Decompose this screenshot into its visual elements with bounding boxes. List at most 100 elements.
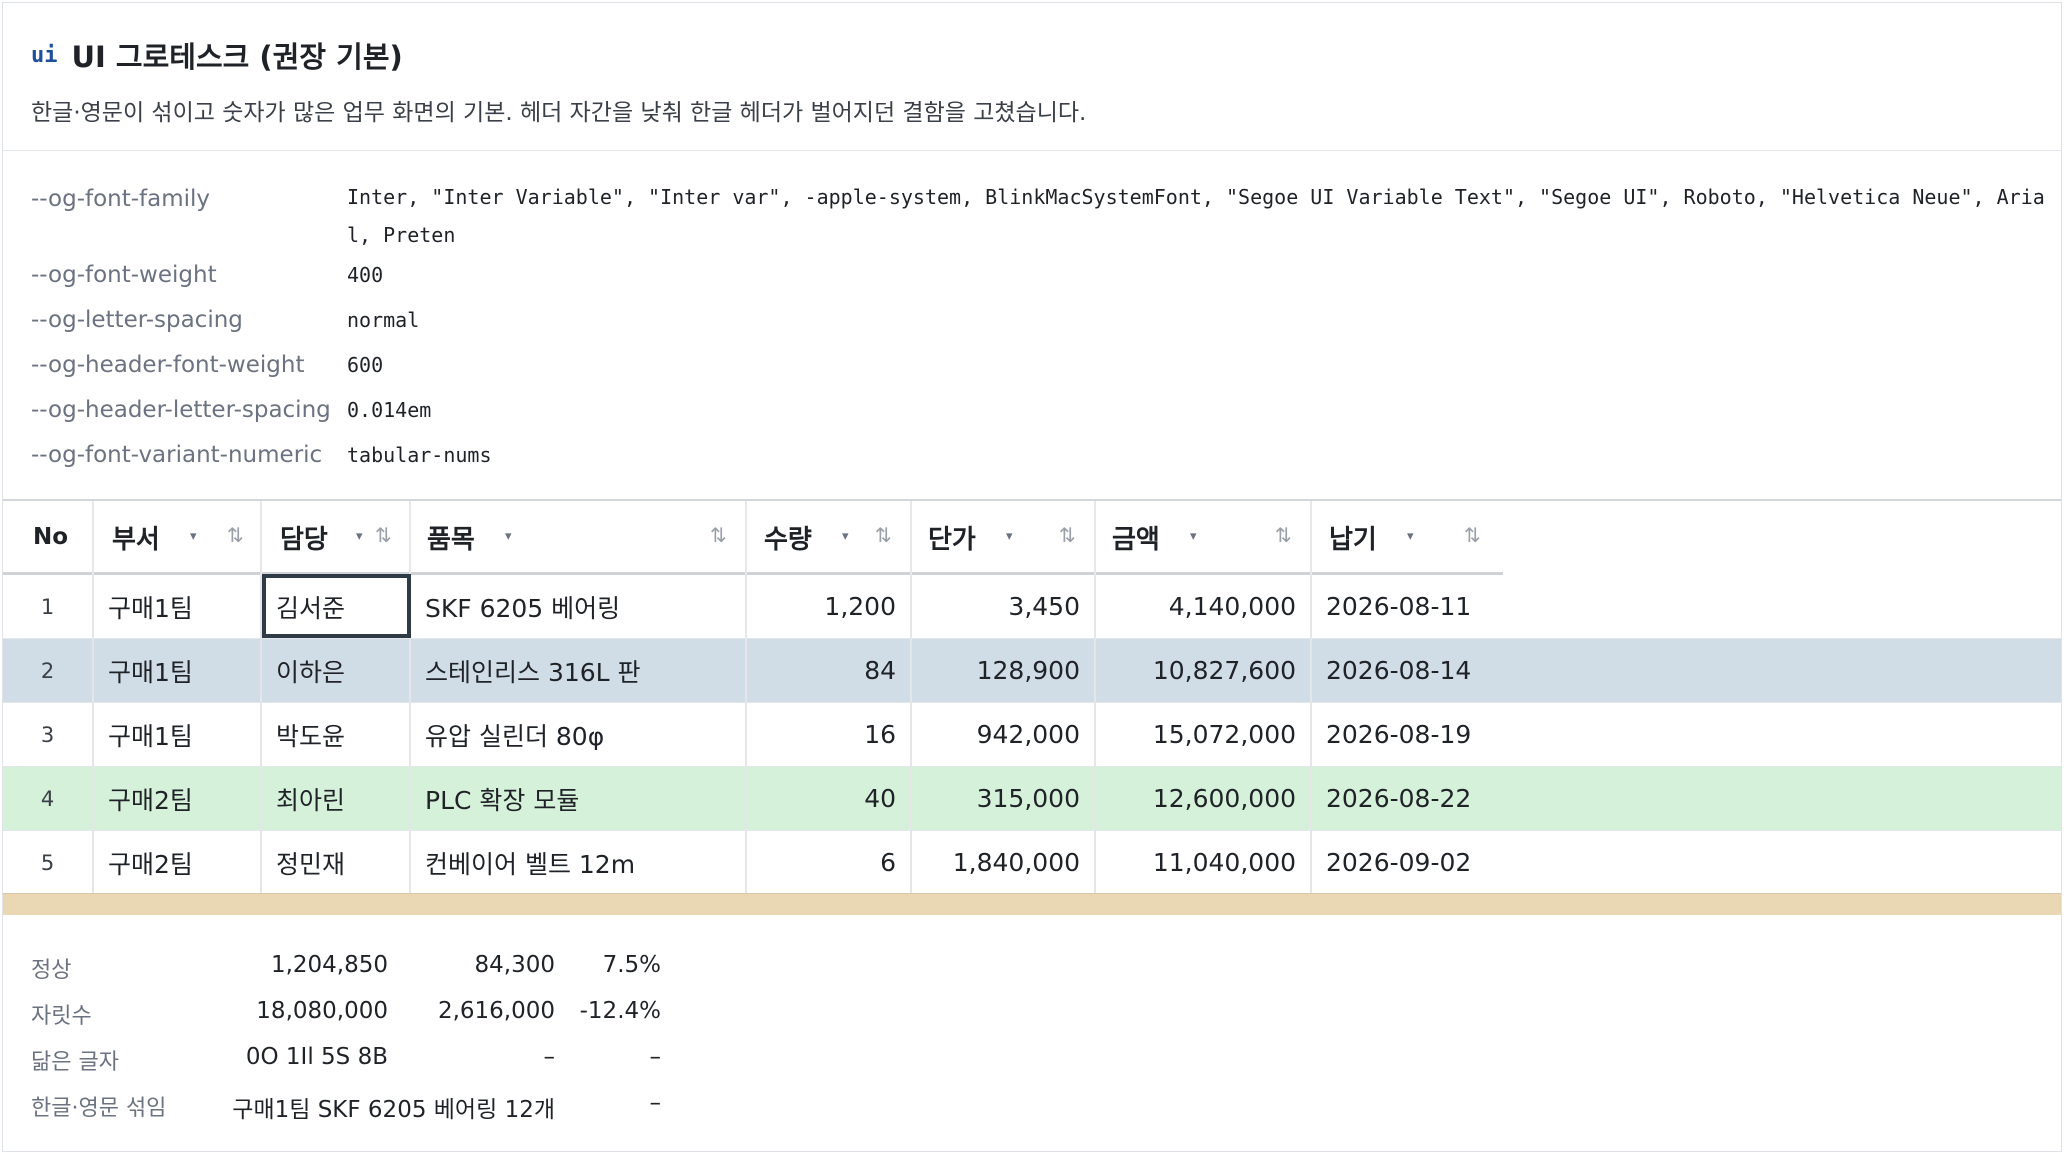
cell-no: 5 — [3, 831, 94, 894]
cell-due[interactable]: 2026-08-22 — [1312, 767, 2061, 830]
column-divider — [745, 501, 747, 575]
sample-row: 자릿수 18,080,000 2,616,000 -12.4% — [3, 992, 703, 1038]
sample-value-c: -12.4% — [579, 998, 661, 1024]
sample-value-b: – — [543, 1044, 556, 1070]
sort-icon[interactable]: ⇅ — [375, 523, 392, 547]
cell-dept[interactable]: 구매2팀 — [94, 831, 262, 894]
table-row-selected[interactable]: 2 구매1팀 이하은 스테인리스 316L 판 84 128,900 10,82… — [3, 639, 2061, 703]
cell-amount[interactable]: 10,827,600 — [1096, 639, 1312, 702]
sample-value-b: 2,616,000 — [437, 998, 555, 1024]
sample-label: 자릿수 — [31, 1004, 92, 1029]
cell-dept[interactable]: 구매1팀 — [94, 703, 262, 766]
header-owner[interactable]: 담당 — [280, 501, 328, 573]
cell-dept[interactable]: 구매1팀 — [94, 575, 262, 638]
cell-item[interactable]: 유압 실린더 80φ — [411, 703, 747, 766]
cell-dept[interactable]: 구매1팀 — [94, 639, 262, 702]
filter-caret-icon[interactable]: ▾ — [842, 529, 849, 544]
header-item[interactable]: 품목 — [427, 501, 475, 573]
cell-no: 1 — [3, 575, 94, 638]
page-title: UI 그로테스크 (권장 기본) — [71, 40, 403, 74]
cell-price[interactable]: 942,000 — [912, 703, 1096, 766]
cell-amount[interactable]: 4,140,000 — [1096, 575, 1312, 638]
sort-icon[interactable]: ⇅ — [875, 523, 892, 547]
sample-value-c: 7.5% — [602, 952, 661, 978]
column-divider — [910, 501, 912, 575]
cell-qty[interactable]: 6 — [747, 831, 912, 894]
typography-preview-card: ui UI 그로테스크 (권장 기본) 한글·영문이 섞이고 숫자가 많은 업무… — [2, 2, 2062, 1152]
column-divider — [260, 501, 262, 575]
sort-icon[interactable]: ⇅ — [710, 523, 727, 547]
sample-value-a: 0O 1Il 5S 8B — [245, 1044, 388, 1070]
header-price[interactable]: 단가 — [928, 501, 976, 573]
sample-label: 정상 — [31, 958, 72, 983]
variable-name: --og-font-family — [31, 186, 211, 212]
variable-row: --og-letter-spacing normal — [31, 307, 2057, 339]
filter-caret-icon[interactable]: ▾ — [505, 529, 512, 544]
cell-due[interactable]: 2026-08-11 — [1312, 575, 2061, 638]
cell-item[interactable]: 컨베이어 벨트 12m — [411, 831, 747, 894]
cell-owner[interactable]: 최아린 — [262, 767, 411, 830]
column-divider — [409, 501, 411, 575]
cell-price[interactable]: 315,000 — [912, 767, 1096, 830]
header-dept[interactable]: 부서 — [112, 501, 160, 573]
cell-owner[interactable]: 정민재 — [262, 831, 411, 894]
sample-value-c: – — [649, 1044, 662, 1070]
sample-value-b: 84,300 — [474, 952, 555, 978]
table-row-highlight[interactable]: 4 구매2팀 최아린 PLC 확장 모듈 40 315,000 12,600,0… — [3, 767, 2061, 831]
sort-icon[interactable]: ⇅ — [1059, 523, 1076, 547]
cell-price[interactable]: 1,840,000 — [912, 831, 1096, 894]
sample-row: 한글·영문 섞임 구매1팀 SKF 6205 베어링 12개 – — [3, 1084, 703, 1130]
cell-amount[interactable]: 15,072,000 — [1096, 703, 1312, 766]
cell-item[interactable]: 스테인리스 316L 판 — [411, 639, 747, 702]
focused-cell-outline — [262, 574, 411, 638]
cell-item[interactable]: SKF 6205 베어링 — [411, 575, 747, 638]
header-no[interactable]: No — [33, 501, 68, 573]
cell-qty[interactable]: 40 — [747, 767, 912, 830]
css-variable-list: --og-font-family Inter, "Inter Variable"… — [3, 152, 2061, 498]
cell-price[interactable]: 128,900 — [912, 639, 1096, 702]
sample-value-a: 구매1팀 SKF 6205 베어링 12개 — [232, 1097, 555, 1123]
variable-name: --og-header-letter-spacing — [31, 397, 331, 423]
sample-label: 한글·영문 섞임 — [31, 1096, 167, 1121]
variable-value: 600 — [347, 353, 384, 377]
sort-icon[interactable]: ⇅ — [1275, 523, 1292, 547]
cell-amount[interactable]: 11,040,000 — [1096, 831, 1312, 894]
cell-owner[interactable]: 이하은 — [262, 639, 411, 702]
variable-row: --og-header-letter-spacing 0.014em — [31, 397, 2057, 429]
cell-due[interactable]: 2026-09-02 — [1312, 831, 2061, 894]
header-amount[interactable]: 금액 — [1112, 501, 1160, 573]
grid-header-row: No 부서 ▾ ⇅ 담당 ▾ ⇅ 품목 ▾ ⇅ 수량 ▾ ⇅ 단가 ▾ ⇅ 금액… — [3, 501, 1503, 575]
header-due[interactable]: 납기 — [1329, 501, 1377, 573]
cell-item[interactable]: PLC 확장 모듈 — [411, 767, 747, 830]
page-subtitle: 한글·영문이 섞이고 숫자가 많은 업무 화면의 기본. 헤더 자간을 낮춰 한… — [31, 100, 1087, 126]
variable-name: --og-font-variant-numeric — [31, 442, 323, 468]
filter-caret-icon[interactable]: ▾ — [356, 529, 363, 544]
sample-value-c: – — [649, 1090, 662, 1116]
filter-caret-icon[interactable]: ▾ — [190, 529, 197, 544]
sample-value-a: 1,204,850 — [270, 952, 388, 978]
filter-caret-icon[interactable]: ▾ — [1190, 529, 1197, 544]
variable-name: --og-font-weight — [31, 262, 217, 288]
cell-qty[interactable]: 1,200 — [747, 575, 912, 638]
cell-due[interactable]: 2026-08-14 — [1312, 639, 2061, 702]
filter-caret-icon[interactable]: ▾ — [1407, 529, 1414, 544]
sample-value-a: 18,080,000 — [256, 998, 388, 1024]
table-row[interactable]: 3 구매1팀 박도윤 유압 실린더 80φ 16 942,000 15,072,… — [3, 703, 2061, 767]
variable-row: --og-header-font-weight 600 — [31, 352, 2057, 384]
horizontal-scrollbar-band[interactable] — [3, 893, 2061, 915]
header-qty[interactable]: 수량 — [764, 501, 812, 573]
cell-due[interactable]: 2026-08-19 — [1312, 703, 2061, 766]
cell-no: 3 — [3, 703, 94, 766]
sort-icon[interactable]: ⇅ — [227, 523, 244, 547]
sort-icon[interactable]: ⇅ — [1464, 523, 1481, 547]
cell-price[interactable]: 3,450 — [912, 575, 1096, 638]
cell-qty[interactable]: 84 — [747, 639, 912, 702]
cell-dept[interactable]: 구매2팀 — [94, 767, 262, 830]
table-row[interactable]: 5 구매2팀 정민재 컨베이어 벨트 12m 6 1,840,000 11,04… — [3, 831, 2061, 895]
filter-caret-icon[interactable]: ▾ — [1006, 529, 1013, 544]
cell-amount[interactable]: 12,600,000 — [1096, 767, 1312, 830]
sample-label: 닮은 글자 — [31, 1050, 119, 1075]
column-divider — [92, 501, 94, 575]
cell-qty[interactable]: 16 — [747, 703, 912, 766]
cell-owner[interactable]: 박도윤 — [262, 703, 411, 766]
